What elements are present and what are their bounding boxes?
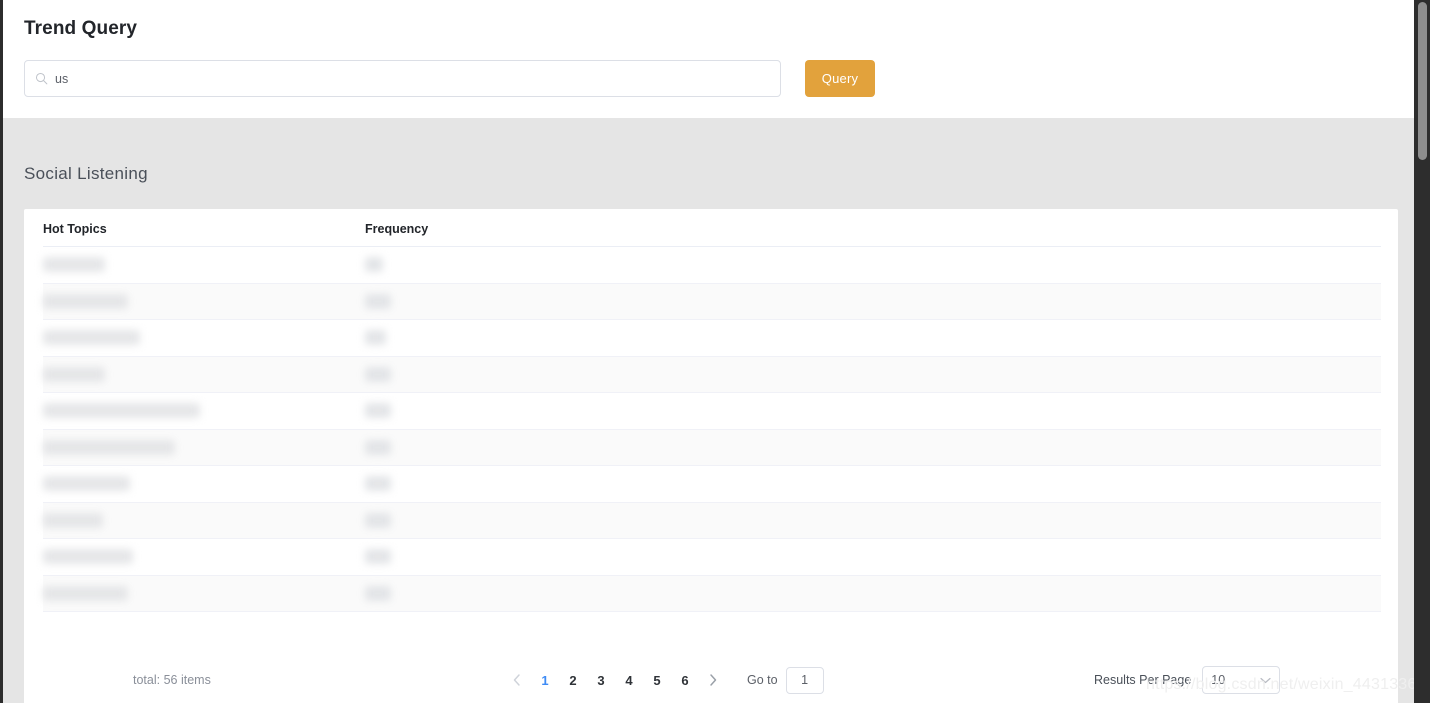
page-number-4[interactable]: 4 [615, 666, 643, 694]
results-per-page-control: Results Per Page 10 [1094, 666, 1281, 694]
cell-hot-topic [43, 585, 365, 601]
redacted-frequency-value [365, 257, 383, 273]
goto-page-control: Go to [747, 666, 824, 694]
total-items-label: total: 56 items [133, 673, 211, 687]
redacted-frequency-value [365, 549, 391, 565]
search-input[interactable] [55, 61, 735, 96]
redacted-frequency-value [365, 330, 386, 346]
redacted-frequency-value [365, 512, 391, 528]
goto-page-input[interactable] [785, 666, 824, 694]
page-header: Trend Query Query [3, 0, 1414, 118]
cell-hot-topic [43, 330, 365, 346]
results-per-page-select[interactable]: 10 [1202, 666, 1281, 694]
cell-frequency [365, 330, 765, 346]
redacted-frequency-value [365, 439, 391, 455]
table-row[interactable] [43, 247, 1381, 284]
body-area: Social Listening Hot Topics Frequency to… [3, 118, 1414, 703]
chevron-down-icon [1260, 671, 1271, 689]
table-header-row: Hot Topics Frequency [43, 209, 1381, 247]
pagination: 123456 [503, 666, 727, 694]
cell-frequency [365, 293, 765, 309]
chevron-right-icon[interactable] [699, 666, 727, 694]
table-footer: total: 56 items 123456 Go to 1 Results P… [24, 651, 1398, 703]
cell-hot-topic [43, 476, 365, 492]
table-row[interactable] [43, 539, 1381, 576]
social-listening-card: Hot Topics Frequency total: 56 items 123… [24, 209, 1398, 703]
cell-hot-topic [43, 439, 365, 455]
section-title: Social Listening [24, 164, 148, 183]
redacted-frequency-value [365, 403, 391, 419]
redacted-topic-text [43, 366, 105, 382]
page-number-2[interactable]: 2 [559, 666, 587, 694]
goto-label: Go to [747, 673, 778, 687]
cell-frequency [365, 366, 765, 382]
cell-hot-topic [43, 512, 365, 528]
search-box[interactable] [24, 60, 781, 97]
table-row[interactable] [43, 429, 1381, 466]
redacted-topic-text [43, 293, 128, 309]
redacted-topic-text [43, 549, 133, 565]
cell-hot-topic [43, 403, 365, 419]
redacted-topic-text [43, 512, 103, 528]
vertical-scrollbar-thumb[interactable] [1418, 2, 1427, 160]
search-icon [35, 72, 48, 85]
cell-hot-topic [43, 549, 365, 565]
table-row[interactable] [43, 393, 1381, 430]
table-row[interactable] [43, 575, 1381, 612]
redacted-topic-text [43, 439, 175, 455]
page-number-1[interactable]: 1 [531, 666, 559, 694]
redacted-frequency-value [365, 585, 391, 601]
results-per-page-label: Results Per Page [1094, 673, 1192, 687]
chevron-left-icon[interactable] [503, 666, 531, 694]
table-row[interactable] [43, 502, 1381, 539]
redacted-topic-text [43, 476, 130, 492]
page-number-3[interactable]: 3 [587, 666, 615, 694]
redacted-frequency-value [365, 366, 391, 382]
window-left-edge [0, 0, 3, 703]
cell-frequency [365, 403, 765, 419]
redacted-topic-text [43, 585, 128, 601]
redacted-topic-text [43, 403, 200, 419]
app-root: Trend Query Query Social Listening Hot T… [0, 0, 1430, 703]
table-row[interactable] [43, 283, 1381, 320]
column-header-frequency: Frequency [365, 222, 429, 236]
cell-hot-topic [43, 293, 365, 309]
table-row[interactable] [43, 466, 1381, 503]
cell-frequency [365, 257, 765, 273]
redacted-topic-text [43, 257, 105, 273]
cell-frequency [365, 476, 765, 492]
cell-hot-topic [43, 257, 365, 273]
cell-frequency [365, 439, 765, 455]
table-row[interactable] [43, 356, 1381, 393]
page-number-list: 123456 [531, 666, 699, 694]
query-button[interactable]: Query [805, 60, 875, 97]
table-body [43, 247, 1381, 612]
cell-frequency [365, 549, 765, 565]
page-number-6[interactable]: 6 [671, 666, 699, 694]
cell-hot-topic [43, 366, 365, 382]
column-header-hot-topics: Hot Topics [43, 222, 107, 236]
cell-frequency [365, 585, 765, 601]
page-title: Trend Query [24, 18, 138, 39]
cell-frequency [365, 512, 765, 528]
search-row: Query [24, 60, 875, 97]
table-row[interactable] [43, 320, 1381, 357]
hot-topics-table: Hot Topics Frequency [43, 209, 1381, 612]
results-per-page-value: 10 [1211, 673, 1226, 687]
redacted-topic-text [43, 330, 140, 346]
page-number-5[interactable]: 5 [643, 666, 671, 694]
redacted-frequency-value [365, 293, 391, 309]
redacted-frequency-value [365, 476, 391, 492]
